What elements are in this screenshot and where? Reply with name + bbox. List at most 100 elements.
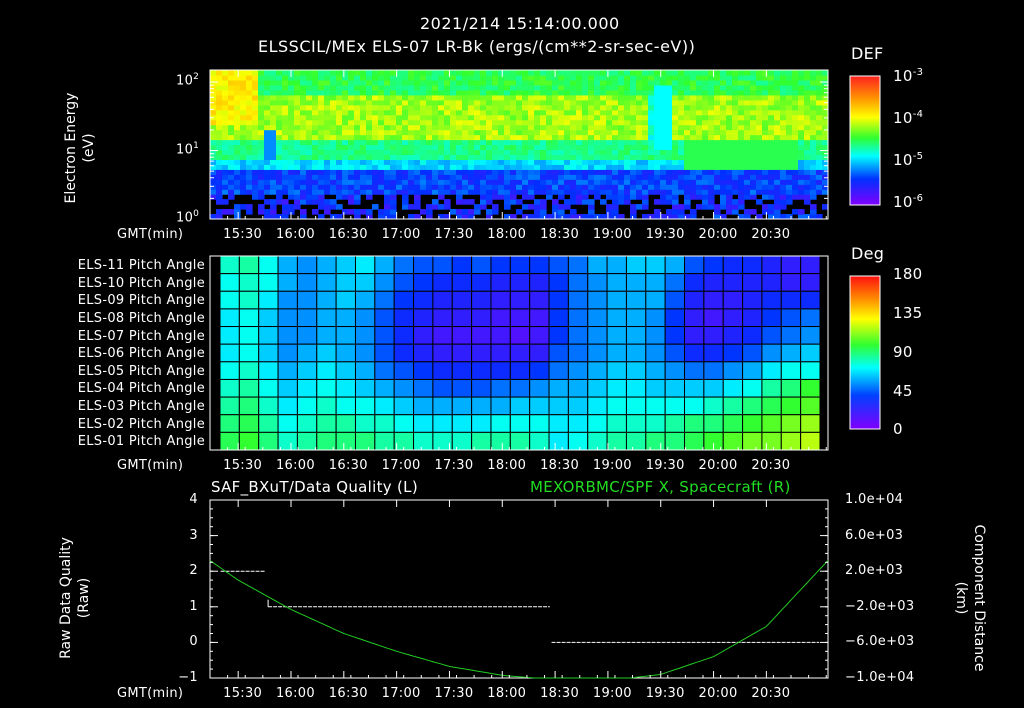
time-label: 19:00 [592,227,632,242]
spectrogram-cell [288,204,295,210]
spectrogram-cell [642,114,649,121]
spectrogram-cell [636,89,643,96]
pitch-cell [509,414,531,433]
spectrogram-cell [228,124,235,131]
spectrogram-cell [534,189,541,195]
spectrogram-cell [720,139,727,146]
spectrogram-cell [480,204,487,210]
pitch-cell [509,308,531,328]
spectrogram-cell [690,70,697,76]
spectrogram-cell [240,169,247,175]
spectrogram-cell [282,114,289,121]
spectrogram-cell [588,169,595,175]
spectrogram-cell [804,129,811,136]
pitch-cell [238,414,260,433]
spectrogram-cell [780,189,787,195]
spectrogram-cell [804,94,811,101]
spectrogram-cell [810,129,817,136]
spectrogram-cell [516,79,523,86]
spectrogram-cell [606,134,613,141]
spectrogram-cell [540,164,547,170]
spectrogram-cell [384,84,391,91]
distance-line [209,560,829,679]
spectrogram-cell [270,204,277,210]
spectrogram-cell [594,139,601,146]
spectrogram-cell [414,119,421,126]
spectrogram-cell [678,184,685,190]
spectrogram-cell [732,124,739,131]
pitch-cell [219,255,240,275]
spectrogram-cell [312,79,319,86]
spectrogram-cell [306,94,313,101]
pitch-cell [664,308,686,328]
spectrogram-cell [654,84,661,91]
spectrogram-cell [684,84,691,91]
spectrogram-cell [786,179,793,185]
spectrogram-cell [540,139,547,146]
quality-ylabel-right: Component Distance (km) [952,513,988,683]
spectrogram-cell [384,104,391,111]
spectrogram-cell [492,139,499,146]
spectrogram-cell [750,209,757,215]
def-tick-3: 10-5 [893,151,924,169]
spectrogram-cell [486,189,493,195]
spectrogram-cell [660,89,667,96]
spectrogram-cell [660,139,667,146]
quality-title-left: SAF_BXuT/Data Quality (L) [211,478,418,496]
spectrogram-cell [324,94,331,101]
spectrogram-cell [672,134,679,141]
spectrogram-cell [702,194,709,200]
spectrogram-cell [438,89,445,96]
spectrogram-cell [702,154,709,160]
spectrogram-cell [786,70,793,76]
spectrogram-cell [252,174,259,180]
spectrogram-cell [246,174,253,180]
spectrogram-cell [750,89,757,96]
right-ytick-label: 2.0e+03 [845,563,904,579]
spectrogram-cell [228,139,235,146]
spectrogram-cell [384,209,391,215]
spectrogram-cell [444,204,451,210]
spectrogram-cell [570,164,577,170]
pitch-cell [258,431,279,451]
spectrogram-cell [510,164,517,170]
spectrogram-cell [300,114,307,121]
spectrogram-cell [816,79,823,86]
spectrogram-cell [282,99,289,106]
spectrogram-cell [720,189,727,195]
spectrogram-cell [450,104,457,111]
spectrogram-cell [804,169,811,175]
spectrogram-cell [666,189,673,195]
spectrogram-cell [690,99,697,106]
spectrogram-cell [342,179,349,185]
spectrogram-cell [246,94,253,101]
spectrogram-cell [690,74,697,81]
spectrogram-cell [696,144,703,151]
spectrogram-cell [216,94,223,101]
spectrogram-cell [234,84,241,91]
spectrogram-cell [540,114,547,121]
spectrogram-cell [522,114,529,121]
spectrogram-cell [630,184,637,190]
spectrogram-cell [690,119,697,126]
spectrogram-cell [288,129,295,136]
spectrogram-cell [210,124,217,131]
pitch-cell [490,290,511,310]
spectrogram-cell [258,109,265,116]
spectrogram-cell [672,104,679,111]
spectrogram-cell [612,154,619,160]
spectrogram-cell [312,179,319,185]
spectrogram-cell [270,154,277,160]
spectrogram-cell [582,149,589,156]
spectrogram-cell [324,104,331,111]
spectrogram-cell [648,109,655,116]
spectrogram-cell [516,159,523,165]
spectrogram-cell [498,124,505,131]
spectrogram-cell [726,194,733,200]
spectrogram-cell [564,154,571,160]
spectrogram-cell [558,114,565,121]
spectrogram-cell [558,89,565,96]
spectrogram-cell [306,139,313,146]
spectrogram-cell [660,134,667,141]
spectrogram-cell [780,124,787,131]
